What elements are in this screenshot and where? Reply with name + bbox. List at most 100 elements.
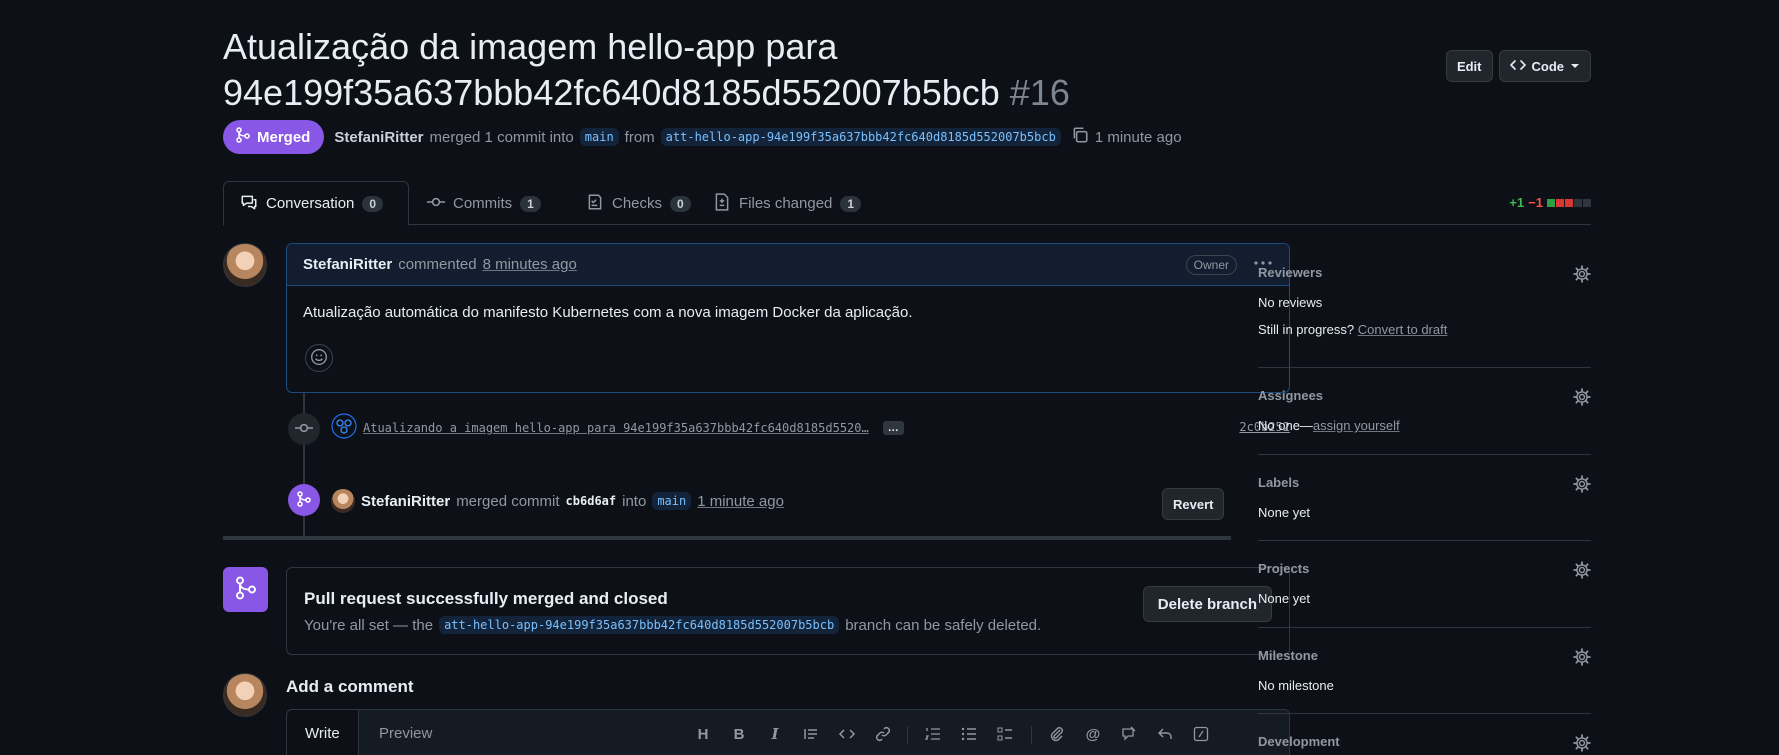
development-title[interactable]: Development (1258, 734, 1591, 754)
gear-icon[interactable] (1573, 265, 1591, 286)
commit-icon (295, 419, 313, 440)
merged-state-badge: Merged (223, 120, 325, 154)
code-icon (1509, 57, 1526, 76)
tab-conversation[interactable]: Conversation 0 (223, 181, 409, 226)
checklist-icon (586, 193, 604, 215)
smiley-icon (310, 348, 328, 369)
heading-icon[interactable]: H (693, 724, 713, 744)
merge-author-avatar[interactable] (331, 489, 355, 513)
assignees-line: No one—assign yourself (1258, 418, 1591, 433)
comment-action: commented (398, 256, 477, 273)
tab-checks-count: 0 (670, 195, 691, 212)
comment-body: Atualização automática do manifesto Kube… (303, 304, 913, 321)
merge-event-time[interactable]: 1 minute ago (697, 493, 784, 510)
bold-icon[interactable]: B (729, 724, 749, 744)
sidebar-milestone: Milestone No milestone (1258, 628, 1591, 714)
reviewers-title[interactable]: Reviewers (1258, 265, 1591, 285)
tab-conversation-count: 0 (362, 195, 384, 212)
diffstat-square (1547, 198, 1555, 207)
tab-files-changed[interactable]: Files changed 1 (697, 181, 877, 226)
merge-status-subtitle: You're all set — the att-hello-app-94e19… (304, 616, 1041, 634)
add-comment-title: Add a comment (286, 677, 414, 696)
merge-commit-sha[interactable]: cb6d6af (566, 494, 617, 508)
tab-checks[interactable]: Checks 0 (570, 181, 707, 226)
tab-conversation-label: Conversation (266, 195, 355, 212)
revert-button[interactable]: Revert (1162, 488, 1225, 520)
pr-meta: Merged StefaniRitter merged 1 commit int… (223, 120, 1182, 154)
current-user-avatar[interactable] (223, 673, 267, 717)
convert-to-draft-link[interactable]: Convert to draft (1358, 322, 1448, 337)
milestone-title[interactable]: Milestone (1258, 648, 1591, 668)
merge-time: 1 minute ago (1094, 128, 1182, 146)
comment-time[interactable]: 8 minutes ago (483, 256, 577, 273)
bot-avatar-icon[interactable] (331, 413, 357, 443)
pr-author-link[interactable]: StefaniRitter (334, 129, 423, 146)
merged-state-label: Merged (257, 128, 311, 146)
gear-icon[interactable] (1573, 388, 1591, 409)
merge-base-branch[interactable]: main (652, 492, 692, 510)
header-actions: Edit Code (1445, 50, 1591, 82)
delete-branch-button[interactable]: Delete branch (1142, 586, 1272, 622)
labels-title[interactable]: Labels (1258, 475, 1591, 495)
assign-yourself-link[interactable]: assign yourself (1313, 418, 1400, 433)
pr-title-line2: 94e199f35a637bbb42fc640d8185d552007b5bcb (223, 72, 1000, 113)
base-branch[interactable]: main (579, 128, 619, 146)
link-icon[interactable] (873, 724, 893, 744)
expand-commit-button[interactable]: … (882, 421, 904, 435)
comment-editor: Write Preview H B I @ (286, 709, 1290, 755)
sidebar-reviewers: Reviewers No reviews Still in progress? … (1258, 243, 1591, 368)
copy-icon[interactable] (1071, 126, 1089, 148)
diffstat-square (1565, 198, 1573, 207)
gear-icon[interactable] (1573, 648, 1591, 669)
code-icon[interactable] (837, 724, 857, 744)
attach-icon[interactable] (1047, 724, 1067, 744)
merge-status-sub-after: branch can be safely deleted. (845, 616, 1042, 634)
code-button-label: Code (1531, 58, 1565, 74)
tab-files-changed-count: 1 (840, 195, 862, 212)
projects-title[interactable]: Projects (1258, 561, 1591, 581)
ordered-list-icon[interactable] (923, 724, 943, 744)
merge-event: StefaniRitter merged commit cb6d6af into… (331, 488, 784, 514)
comment-author[interactable]: StefaniRitter (303, 256, 392, 273)
pr-tabs: Conversation 0 Commits 1 Checks 0 Files … (223, 181, 1591, 226)
triangle-down-icon (1570, 59, 1580, 74)
write-tab[interactable]: Write (287, 710, 359, 755)
commit-message-link[interactable]: Atualizando a imagem hello-app para 94e1… (363, 421, 869, 435)
toolbar-separator (907, 726, 908, 744)
diffstat-square (1583, 198, 1591, 207)
preview-tab[interactable]: Preview (361, 710, 450, 755)
diffstat: +1 −1 (1509, 195, 1591, 210)
merged-text: merged 1 commit into (429, 128, 574, 146)
head-branch[interactable]: att-hello-app-94e199f35a637bbb42fc640d81… (660, 128, 1061, 146)
add-reaction-button[interactable] (305, 344, 333, 372)
quote-icon[interactable] (801, 724, 821, 744)
owner-badge: Owner (1185, 254, 1237, 275)
reference-icon[interactable] (1119, 724, 1139, 744)
code-button[interactable]: Code (1498, 50, 1591, 82)
italic-icon[interactable]: I (765, 724, 785, 744)
tab-checks-label: Checks (612, 195, 663, 212)
pr-sidebar: Reviewers No reviews Still in progress? … (1258, 243, 1591, 754)
comment-author-avatar[interactable] (223, 243, 267, 287)
reviewers-draft-line: Still in progress? Convert to draft (1258, 322, 1591, 337)
sidebar-development: Development (1258, 714, 1591, 754)
projects-value: None yet (1258, 591, 1311, 606)
assignees-title[interactable]: Assignees (1258, 388, 1591, 408)
merge-status-branch[interactable]: att-hello-app-94e199f35a637bbb42fc640d81… (439, 616, 840, 634)
merge-author[interactable]: StefaniRitter (361, 493, 450, 510)
gear-icon[interactable] (1573, 734, 1591, 755)
gear-icon[interactable] (1573, 561, 1591, 582)
reply-icon[interactable] (1155, 724, 1175, 744)
slash-command-icon[interactable] (1191, 724, 1211, 744)
sidebar-labels: Labels None yet (1258, 455, 1591, 541)
merged-status-icon-box (223, 567, 268, 612)
edit-button[interactable]: Edit (1445, 50, 1493, 82)
mention-icon[interactable]: @ (1083, 724, 1103, 744)
commit-event: Atualizando a imagem hello-app para 94e1… (331, 413, 904, 443)
task-list-icon[interactable] (995, 724, 1015, 744)
gear-icon[interactable] (1573, 475, 1591, 496)
merge-into-text: into (622, 492, 647, 510)
reviewers-extra: Still in progress? (1258, 322, 1355, 337)
unordered-list-icon[interactable] (959, 724, 979, 744)
tab-commits[interactable]: Commits 1 (411, 181, 557, 226)
